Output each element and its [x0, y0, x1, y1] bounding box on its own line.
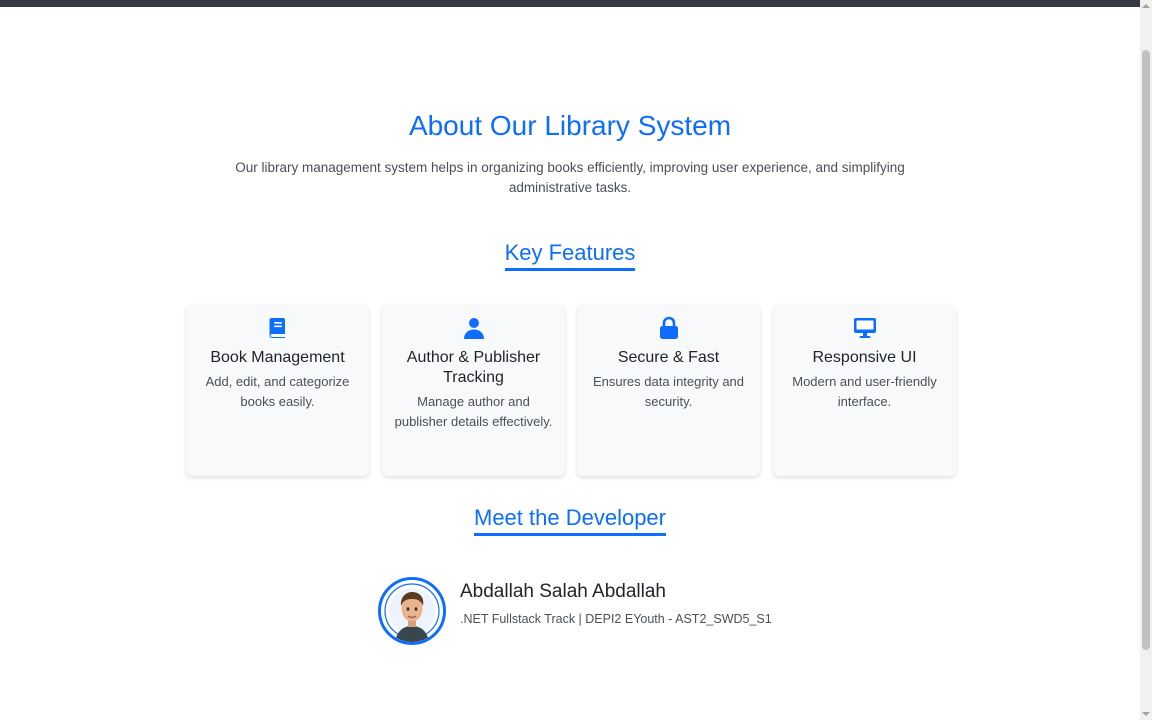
developer-role: .NET Fullstack Track | DEPI2 EYouth - AS…	[460, 612, 772, 626]
feature-title: Secure & Fast	[617, 349, 720, 366]
avatar-image	[381, 580, 443, 642]
feature-title: Book Management	[210, 349, 345, 366]
about-description: Our library management system helps in o…	[235, 160, 905, 195]
features-grid: Book Management Add, edit, and categoriz…	[186, 304, 956, 476]
developer-heading-label: Meet the Developer	[474, 505, 666, 536]
developer-profile: Abdallah Salah Abdallah .NET Fullstack T…	[378, 577, 798, 647]
scrollbar-thumb[interactable]	[1142, 50, 1150, 650]
book-icon	[268, 318, 285, 338]
about-page: About Our Library System Our library man…	[0, 0, 1140, 720]
feature-card-responsive-ui: Responsive UI Modern and user-friendly i…	[773, 304, 956, 476]
page-scrollbar[interactable]	[1140, 0, 1152, 720]
feature-title: Author & Publisher Tracking	[406, 349, 541, 386]
feature-text: Add, edit, and categorize books easily.	[205, 374, 350, 409]
feature-text: Manage author and publisher details effe…	[394, 394, 553, 429]
feature-card-book-management: Book Management Add, edit, and categoriz…	[186, 304, 369, 476]
scroll-up-arrow-icon[interactable]	[1142, 4, 1150, 8]
user-icon	[463, 318, 484, 339]
feature-text: Ensures data integrity and security.	[592, 374, 745, 409]
feature-card-author-publisher: Author & Publisher Tracking Manage autho…	[382, 304, 565, 476]
feature-card-secure-fast: Secure & Fast Ensures data integrity and…	[577, 304, 760, 476]
page-title: About Our Library System	[408, 110, 732, 141]
features-heading: Key Features	[0, 239, 1140, 271]
developer-heading: Meet the Developer	[0, 504, 1140, 536]
monitor-icon	[853, 318, 876, 338]
features-heading-label: Key Features	[504, 240, 636, 271]
developer-name: Abdallah Salah Abdallah	[460, 581, 667, 602]
lock-icon	[659, 316, 678, 339]
avatar	[378, 577, 446, 645]
feature-text: Modern and user-friendly interface.	[792, 374, 937, 409]
feature-title: Responsive UI	[812, 349, 917, 366]
scroll-down-arrow-icon[interactable]	[1142, 712, 1150, 716]
